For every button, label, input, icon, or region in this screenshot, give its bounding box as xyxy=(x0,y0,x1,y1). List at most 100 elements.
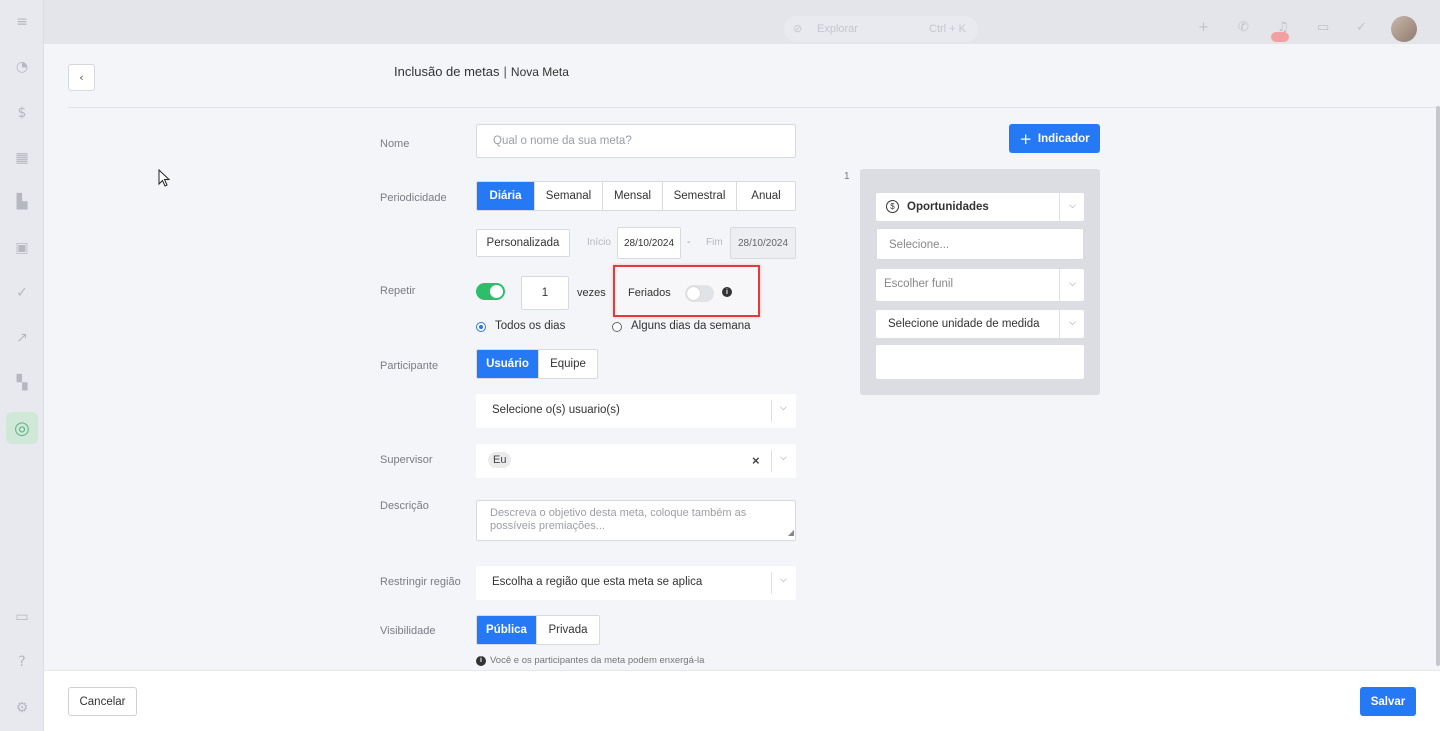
participant-selector: Usuário Equipe xyxy=(476,349,598,379)
periodicity-label: Periodicidade xyxy=(380,192,447,204)
radio-all-days-label: Todos os dias xyxy=(495,320,566,332)
radio-some-days[interactable] xyxy=(612,322,622,332)
add-indicator-button[interactable]: + Indicador xyxy=(1009,124,1100,153)
goal-modal: ‹ Inclusão de metas | Nova Meta Nome Qual … xyxy=(44,44,1440,731)
search-shortcut: Ctrl + K xyxy=(929,23,966,35)
funnel-select[interactable]: Escolher funil ⌵ xyxy=(876,269,1084,301)
inbox-icon[interactable]: ▭ xyxy=(1317,20,1329,35)
start-date-input[interactable]: 28/10/2024 xyxy=(617,227,681,259)
funnel-placeholder: Escolher funil xyxy=(884,278,954,290)
option-mensal[interactable]: Mensal xyxy=(603,182,663,210)
name-label: Nome xyxy=(380,138,410,150)
plus-icon[interactable]: + xyxy=(1198,20,1209,35)
back-button[interactable]: ‹ xyxy=(68,64,95,91)
chevron-down-icon: ⌵ xyxy=(1069,318,1076,328)
menu-icon[interactable]: ≡ xyxy=(12,12,32,32)
target-icon[interactable]: ◎ xyxy=(6,412,38,444)
repeat-toggle[interactable] xyxy=(476,283,505,300)
users-select-placeholder: Selecione o(s) usuario(s) xyxy=(492,404,620,416)
visibility-label: Visibilidade xyxy=(380,625,436,637)
holidays-label: Feriados xyxy=(628,287,671,299)
task-check-icon[interactable]: ✓ xyxy=(1356,20,1367,35)
clear-icon[interactable]: × xyxy=(752,453,760,468)
global-search[interactable]: ⊘ Explorar Ctrl + K xyxy=(784,16,978,42)
modal-header: ‹ Inclusão de metas | Nova Meta xyxy=(68,44,1440,108)
option-semestral[interactable]: Semestral xyxy=(663,182,737,210)
help-icon[interactable]: ? xyxy=(12,652,32,672)
search-placeholder: Explorar xyxy=(817,23,858,35)
info-icon[interactable]: i xyxy=(722,287,732,297)
resize-handle-icon[interactable]: ◢ xyxy=(788,526,794,539)
save-button[interactable]: Salvar xyxy=(1360,687,1416,716)
radio-some-days-label: Alguns dias da semana xyxy=(631,320,751,332)
region-select[interactable]: Escolha a região que esta meta se aplica… xyxy=(476,566,796,600)
name-placeholder: Qual o nome da sua meta? xyxy=(493,135,632,147)
repeat-count-input[interactable]: 1 xyxy=(521,276,569,310)
chevron-down-icon: ⌵ xyxy=(780,453,787,463)
unit-select[interactable]: Selecione unidade de medida ⌵ xyxy=(876,310,1084,338)
apps-icon[interactable]: ▚ xyxy=(12,373,32,393)
start-date-label: Início xyxy=(587,237,611,248)
option-equipe[interactable]: Equipe xyxy=(539,350,597,378)
app-topbar xyxy=(44,0,1440,44)
option-usuario[interactable]: Usuário xyxy=(477,350,539,378)
description-placeholder: Descreva o objetivo desta meta, coloque … xyxy=(490,507,747,532)
supervisor-label: Supervisor xyxy=(380,454,433,466)
check-circle-icon[interactable]: ✓ xyxy=(12,283,32,303)
chevron-down-icon: ⌵ xyxy=(1069,279,1076,289)
dashboard-icon[interactable]: ◔ xyxy=(12,57,32,77)
info-icon: i xyxy=(476,655,486,666)
indicator-sub-select[interactable]: Selecione... xyxy=(876,228,1084,260)
dollar-icon[interactable]: $ xyxy=(12,103,32,123)
chat-icon[interactable]: ▭ xyxy=(12,607,32,627)
repeat-label: Repetir xyxy=(380,285,416,297)
description-textarea[interactable]: Descreva o objetivo desta meta, coloque … xyxy=(476,500,796,541)
holidays-toggle[interactable] xyxy=(685,285,714,302)
option-publica[interactable]: Pública xyxy=(477,616,537,644)
periodicity-selector: Diária Semanal Mensal Semestral Anual xyxy=(476,181,796,211)
indicator-number: 1 xyxy=(844,171,850,182)
chart-icon[interactable]: ▙ xyxy=(12,192,32,212)
dollar-icon: $ xyxy=(886,200,899,213)
region-select-placeholder: Escolha a região que esta meta se aplica xyxy=(492,576,703,588)
custom-period-button[interactable]: Personalizada xyxy=(476,229,570,257)
option-diaria[interactable]: Diária xyxy=(477,182,535,210)
modal-footer: Cancelar Salvar xyxy=(44,670,1440,731)
times-label: vezes xyxy=(577,287,606,299)
chevron-left-icon: ‹ xyxy=(79,71,84,84)
supervisor-select[interactable]: Eu × ⌵ xyxy=(476,444,796,478)
indicator-value-input[interactable] xyxy=(876,345,1084,379)
visibility-info: i Você e os participantes da meta podem … xyxy=(476,655,704,666)
description-label: Descrição xyxy=(380,500,429,512)
add-indicator-label: Indicador xyxy=(1037,132,1090,145)
cancel-button[interactable]: Cancelar xyxy=(68,687,137,716)
chevron-down-icon: ⌵ xyxy=(780,403,787,413)
indicator-type-select[interactable]: $ Oportunidades ⌵ xyxy=(876,193,1084,221)
calendar-icon[interactable]: ▣ xyxy=(12,238,32,258)
option-semanal[interactable]: Semanal xyxy=(535,182,603,210)
compass-icon: ⊘ xyxy=(793,22,803,35)
visibility-selector: Pública Privada xyxy=(476,615,600,645)
region-label: Restringir região xyxy=(380,576,461,588)
supervisor-chip: Eu xyxy=(488,452,512,468)
unit-placeholder: Selecione unidade de medida xyxy=(888,318,1040,330)
title-separator: | xyxy=(503,64,507,79)
scrollbar[interactable] xyxy=(1436,106,1440,666)
name-input[interactable]: Qual o nome da sua meta? xyxy=(476,124,796,158)
option-privada[interactable]: Privada xyxy=(537,616,599,644)
trend-icon[interactable]: ↗ xyxy=(12,328,32,348)
end-date-input: 28/10/2024 xyxy=(730,227,796,259)
users-select[interactable]: Selecione o(s) usuario(s) ⌵ xyxy=(476,394,796,428)
phone-icon[interactable]: ✆ xyxy=(1238,20,1249,35)
building-icon[interactable]: ▦ xyxy=(12,148,32,168)
participant-label: Participante xyxy=(380,360,439,372)
radio-all-days[interactable] xyxy=(476,322,486,332)
indicator-sub-placeholder: Selecione... xyxy=(889,239,950,251)
end-date-label: Fim xyxy=(706,237,723,248)
notification-badge xyxy=(1271,32,1289,42)
settings-icon[interactable]: ⚙ xyxy=(12,698,32,718)
avatar[interactable] xyxy=(1391,16,1417,42)
option-anual[interactable]: Anual xyxy=(737,182,795,210)
visibility-info-text: Você e os participantes da meta podem en… xyxy=(490,655,705,666)
app-sidebar: ≡ ◔ $ ▦ ▙ ▣ ✓ ↗ ▚ ◎ ▭ ? ⚙ xyxy=(0,0,44,731)
